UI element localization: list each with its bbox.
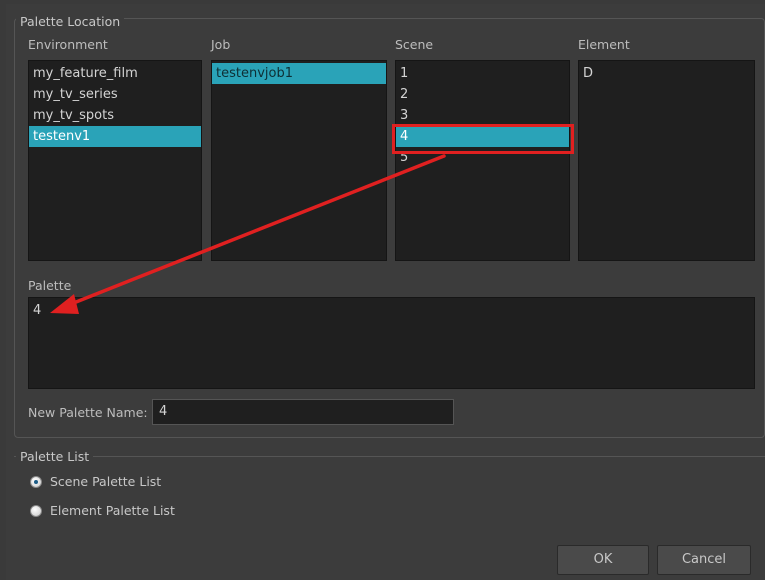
palette-dialog: Palette Location Environment Job Scene E… (6, 4, 765, 580)
annotation-arrow-icon (50, 154, 446, 314)
